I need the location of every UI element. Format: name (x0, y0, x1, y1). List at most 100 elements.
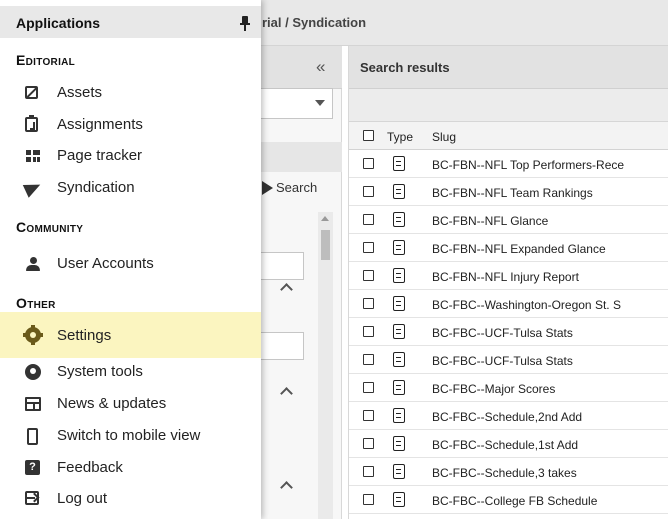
row-checkbox[interactable] (363, 186, 374, 197)
table-row[interactable]: BC-FBC--Washington-Oregon St. S (349, 290, 668, 318)
row-checkbox[interactable] (363, 214, 374, 225)
results-title: Search results (360, 60, 450, 75)
menu-item-label: Assets (57, 84, 103, 101)
row-checkbox[interactable] (363, 158, 374, 169)
scroll-thumb[interactable] (321, 230, 330, 260)
row-checkbox[interactable] (363, 326, 374, 337)
table-row[interactable]: BC-FBN--NFL Top Performers-Rece (349, 150, 668, 178)
log-out-icon (25, 491, 39, 505)
drawer-title: Applications (16, 15, 101, 31)
column-header-slug[interactable]: Slug (432, 130, 456, 144)
filter-select[interactable] (250, 88, 333, 119)
breadcrumb: rial / Syndication (262, 15, 367, 30)
gear-icon (23, 325, 43, 345)
row-slug[interactable]: BC-FBC--UCF-Tulsa Stats (432, 326, 573, 340)
applications-drawer: Applications Editorial Assets Assignment… (0, 0, 261, 519)
menu-item-switch-mobile[interactable]: Switch to mobile view (0, 420, 261, 450)
menu-item-label: Settings (57, 327, 112, 344)
table-row[interactable]: BC-FBC--Schedule,1st Add (349, 430, 668, 458)
table-row[interactable]: BC-FBC--UCF-Tulsa Stats (349, 318, 668, 346)
row-checkbox[interactable] (363, 242, 374, 253)
menu-item-label: Syndication (57, 179, 135, 196)
chevron-down-icon (315, 100, 325, 106)
document-icon (393, 324, 405, 339)
document-icon (393, 268, 405, 283)
menu-item-label: Feedback (57, 459, 123, 476)
document-icon (393, 156, 405, 171)
menu-item-log-out[interactable]: Log out (0, 483, 261, 513)
table-header-row: Type Slug (349, 122, 668, 150)
drawer-title-bar: Applications (0, 6, 261, 38)
row-checkbox[interactable] (363, 494, 374, 505)
table-row[interactable]: BC-FBN--NFL Injury Report (349, 262, 668, 290)
row-slug[interactable]: BC-FBC--UCF-Tulsa Stats (432, 354, 573, 368)
row-slug[interactable]: BC-FBC--Schedule,3 takes (432, 466, 577, 480)
menu-item-syndication[interactable]: Syndication (0, 172, 261, 202)
menu-item-label: Page tracker (57, 147, 143, 164)
section-editorial: Editorial (16, 52, 76, 68)
search-button[interactable]: Search (262, 180, 317, 195)
table-row[interactable]: BC-FBC--Schedule,2nd Add (349, 402, 668, 430)
row-checkbox[interactable] (363, 270, 374, 281)
table-row[interactable]: BC-FBC--Schedule,3 takes (349, 458, 668, 486)
filter-scrollbar[interactable] (318, 212, 333, 519)
scroll-up-icon[interactable] (321, 216, 329, 221)
menu-item-feedback[interactable]: ? Feedback (0, 452, 261, 482)
chevron-up-icon[interactable] (279, 280, 293, 294)
menu-item-assignments[interactable]: Assignments (0, 109, 261, 139)
table-row[interactable]: BC-FBC--Major Scores (349, 374, 668, 402)
row-slug[interactable]: BC-FBN--NFL Top Performers-Rece (432, 158, 624, 172)
chevron-up-icon[interactable] (279, 384, 293, 398)
filter-input[interactable] (254, 252, 304, 280)
search-button-label: Search (276, 180, 318, 195)
document-icon (393, 464, 405, 479)
user-icon (25, 256, 41, 272)
row-checkbox[interactable] (363, 354, 374, 365)
filter-input[interactable] (254, 332, 304, 360)
menu-item-assets[interactable]: Assets (0, 77, 261, 107)
row-checkbox[interactable] (363, 382, 374, 393)
feedback-icon: ? (25, 460, 40, 475)
menu-item-settings[interactable]: Settings (0, 312, 261, 358)
row-checkbox[interactable] (363, 466, 374, 477)
row-slug[interactable]: BC-FBN--NFL Expanded Glance (432, 242, 606, 256)
table-row[interactable]: BC-FBC--UCF-Tulsa Stats (349, 346, 668, 374)
table-row[interactable]: BC-FBN--NFL Glance (349, 206, 668, 234)
send-icon (22, 178, 44, 198)
document-icon (393, 408, 405, 423)
row-slug[interactable]: BC-FBN--NFL Team Rankings (432, 186, 593, 200)
select-all-checkbox[interactable] (363, 130, 374, 141)
menu-item-user-accounts[interactable]: User Accounts (0, 248, 261, 278)
row-slug[interactable]: BC-FBN--NFL Glance (432, 214, 548, 228)
menu-item-label: Switch to mobile view (57, 427, 201, 444)
results-toolbar (349, 89, 668, 122)
row-slug[interactable]: BC-FBC--Major Scores (432, 382, 555, 396)
grid-icon (25, 148, 41, 164)
row-slug[interactable]: BC-FBC--Washington-Oregon St. S (432, 298, 621, 312)
results-header: Search results (349, 46, 668, 89)
clipboard-icon (25, 115, 38, 132)
row-checkbox[interactable] (363, 410, 374, 421)
row-checkbox[interactable] (363, 438, 374, 449)
pin-icon[interactable] (239, 16, 251, 32)
row-slug[interactable]: BC-FBC--College FB Schedule (432, 494, 597, 508)
menu-item-system-tools[interactable]: System tools (0, 356, 261, 386)
menu-item-news-updates[interactable]: News & updates (0, 388, 261, 418)
row-slug[interactable]: BC-FBC--Schedule,1st Add (432, 438, 578, 452)
document-icon (393, 212, 405, 227)
document-icon (393, 436, 405, 451)
menu-item-page-tracker[interactable]: Page tracker (0, 140, 261, 170)
collapse-pane-button[interactable]: « (316, 57, 325, 77)
column-header-type[interactable]: Type (387, 130, 413, 144)
table-row[interactable]: BC-FBC--College FB Schedule (349, 486, 668, 514)
document-icon (393, 240, 405, 255)
row-slug[interactable]: BC-FBN--NFL Injury Report (432, 270, 579, 284)
document-icon (393, 352, 405, 367)
table-row[interactable]: BC-FBN--NFL Expanded Glance (349, 234, 668, 262)
chevron-up-icon[interactable] (279, 478, 293, 492)
mobile-icon (27, 428, 38, 445)
table-row[interactable]: BC-FBN--NFL Team Rankings (349, 178, 668, 206)
row-checkbox[interactable] (363, 298, 374, 309)
section-community: Community (16, 219, 84, 235)
row-slug[interactable]: BC-FBC--Schedule,2nd Add (432, 410, 582, 424)
